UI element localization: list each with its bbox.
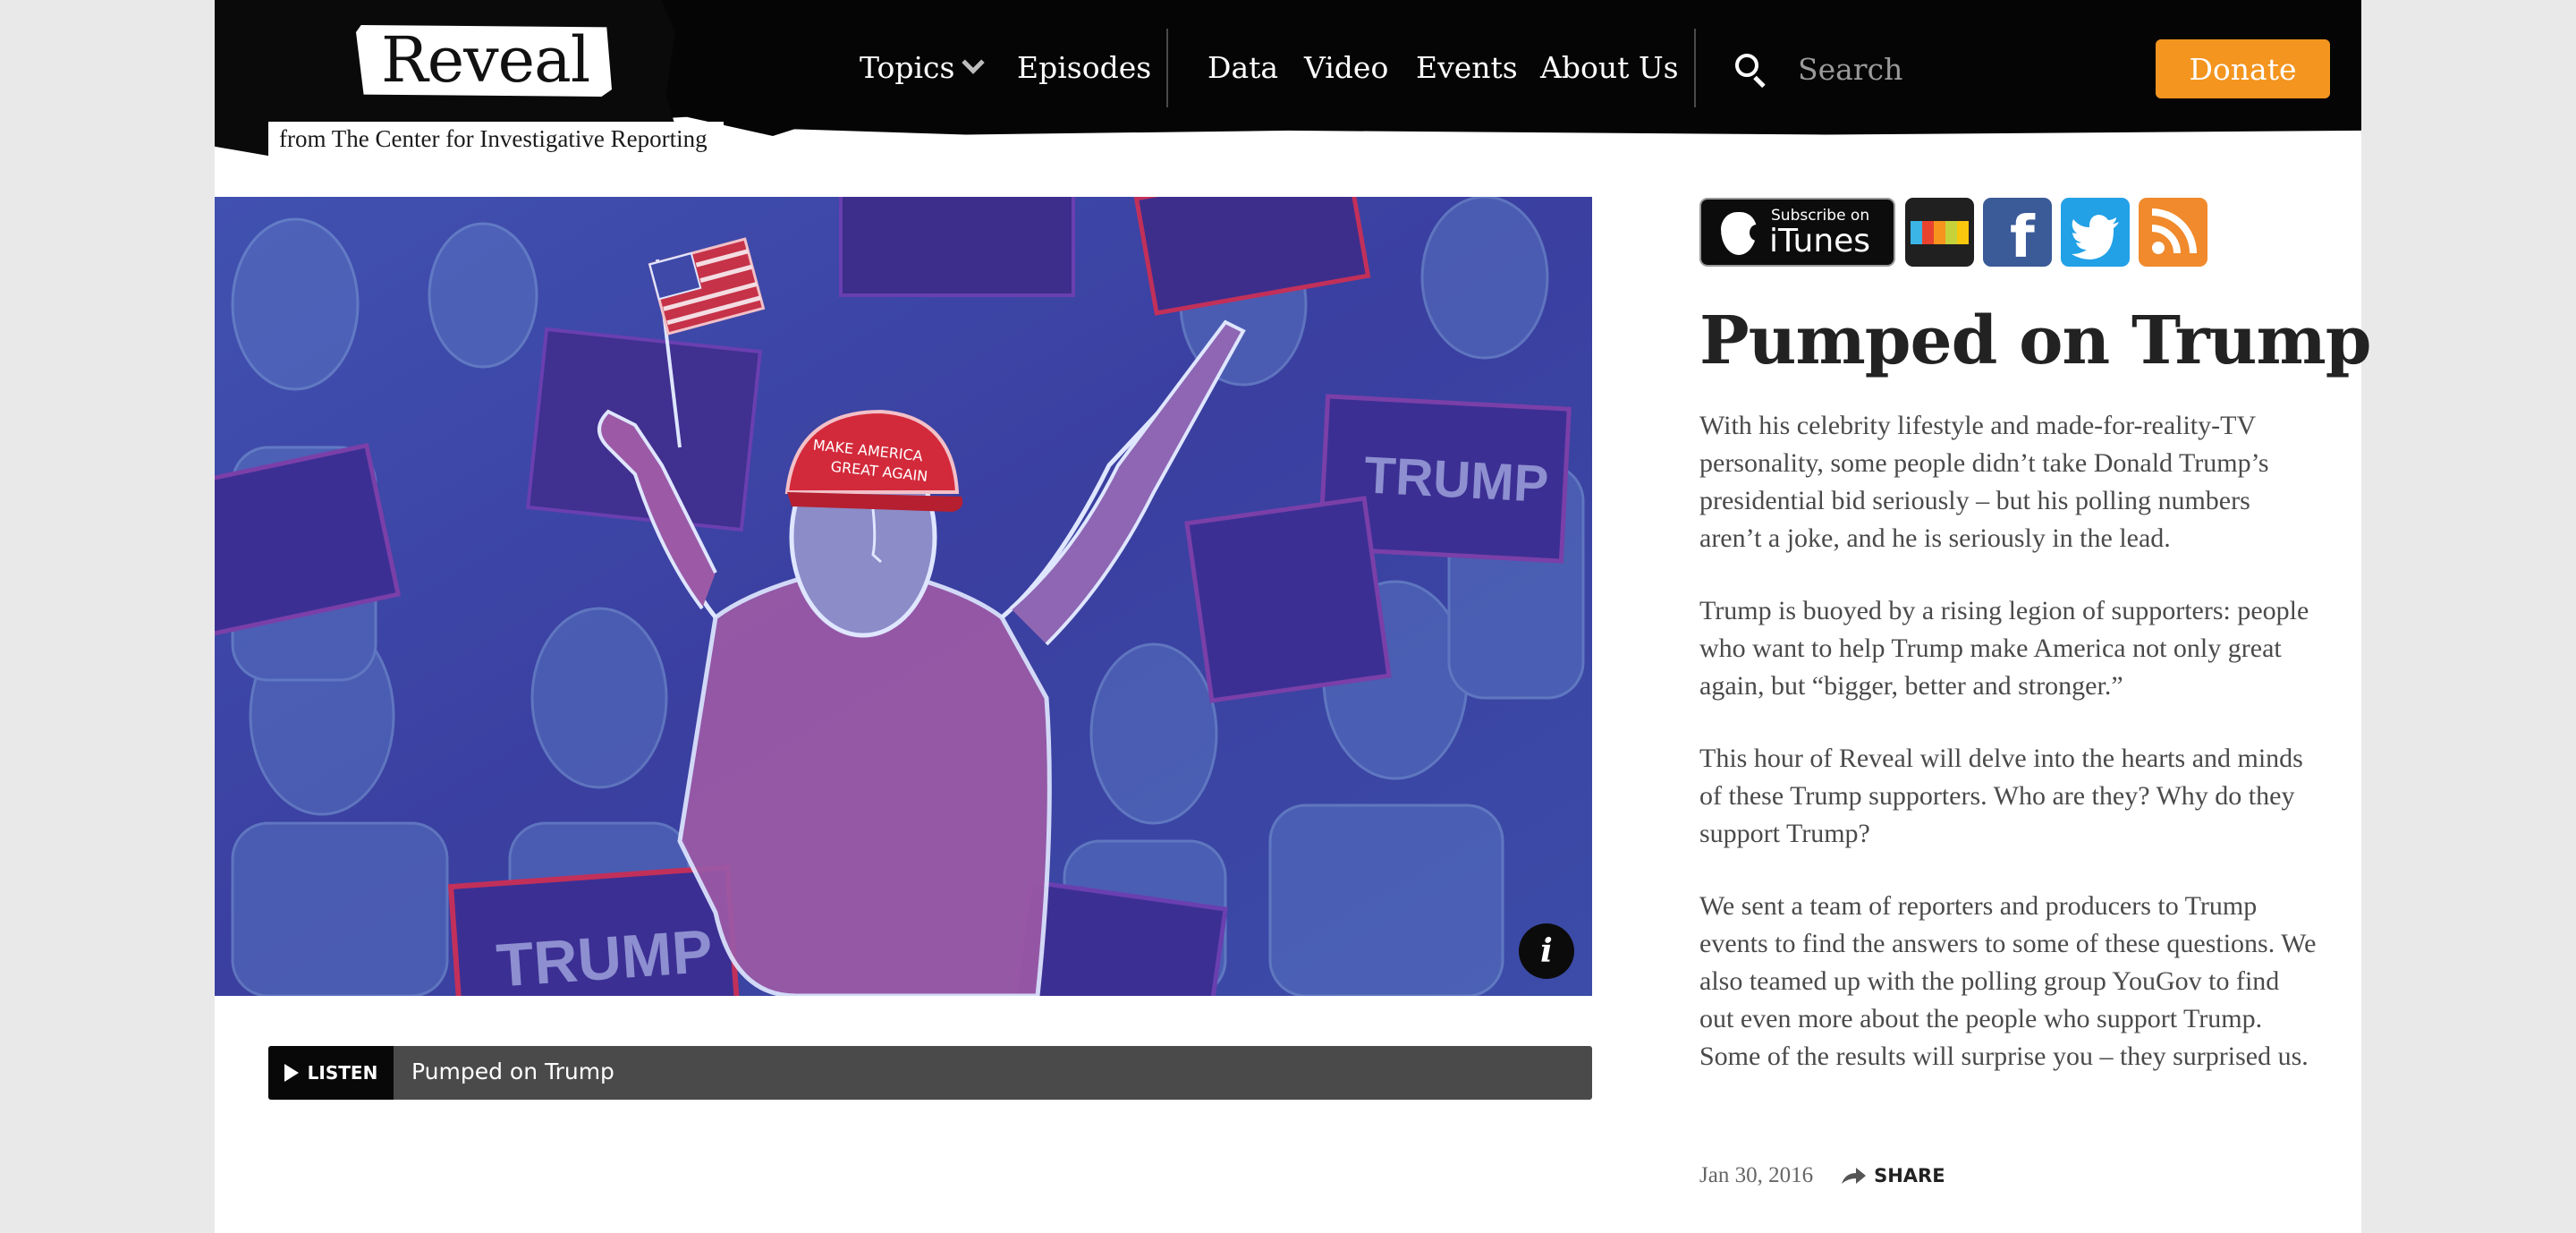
nav-topics[interactable]: Topics [860,50,986,85]
site-header: Reveal from The Center for Investigative… [215,0,2361,160]
nav-episodes[interactable]: Episodes [1017,50,1151,85]
episode-meta: Jan 30, 2016 SHARE [1699,1163,1945,1188]
search-icon[interactable] [1735,54,1767,89]
rally-illustration: TRUMP TRUMP MAKE AMERICA GREAT AGAIN [215,197,1592,996]
share-button[interactable]: SHARE [1840,1165,1945,1186]
apple-icon [1721,212,1764,255]
listen-label: LISTEN [307,1062,378,1084]
description-paragraph: Trump is buoyed by a rising legion of su… [1699,596,2309,701]
page: Reveal from The Center for Investigative… [215,0,2372,1233]
rss-button[interactable] [2139,198,2207,267]
nav-video[interactable]: Video [1304,50,1388,85]
search-input[interactable] [1798,47,2066,91]
episode-date: Jan 30, 2016 [1699,1163,1814,1187]
listen-button[interactable]: LISTEN [268,1046,394,1100]
logo-text: Reveal [381,23,590,97]
search-icon-ring [1735,54,1758,77]
stitcher-icon [1911,221,1969,244]
nav-data[interactable]: Data [1208,50,1278,85]
info-icon[interactable]: i [1519,923,1574,979]
hero-illustration: TRUMP TRUMP MAKE AMERICA GREAT AGAIN [215,197,1592,996]
episode-title: Pumped on Trump [1699,302,2372,379]
nav-divider [1694,29,1696,107]
nav-topics-label: Topics [860,50,955,85]
play-icon [284,1064,299,1082]
itunes-small-label: Subscribe on [1771,207,1870,225]
share-arrow-icon [1840,1166,1867,1186]
facebook-icon: f [2010,205,2035,271]
nav-events[interactable]: Events [1416,50,1518,85]
twitter-button[interactable] [2061,198,2130,267]
description-paragraph: This hour of Reveal will delve into the … [1699,744,2303,848]
description-paragraph: We sent a team of reporters and producer… [1699,891,2317,1071]
episode-description: With his celebrity lifestyle and made-fo… [1699,407,2317,1110]
description-paragraph: With his celebrity lifestyle and made-fo… [1699,411,2269,553]
svg-text:TRUMP: TRUMP [1362,446,1549,514]
chevron-down-icon [962,51,986,74]
player-title: Pumped on Trump [411,1059,614,1084]
audio-player: LISTEN Pumped on Trump [268,1046,1592,1100]
nav-divider [1166,29,1168,107]
logo-subtitle: from The Center for Investigative Report… [268,122,724,160]
itunes-button[interactable]: Subscribe on iTunes [1699,198,1895,267]
facebook-button[interactable]: f [1983,198,2052,271]
twitter-icon [2072,215,2119,259]
share-label: SHARE [1874,1165,1945,1186]
rss-icon [2151,208,2197,254]
nav-about-us[interactable]: About Us [1540,50,1679,85]
donate-button[interactable]: Donate [2156,39,2330,98]
stitcher-button[interactable] [1905,198,1974,267]
itunes-big-label: iTunes [1769,223,1871,259]
